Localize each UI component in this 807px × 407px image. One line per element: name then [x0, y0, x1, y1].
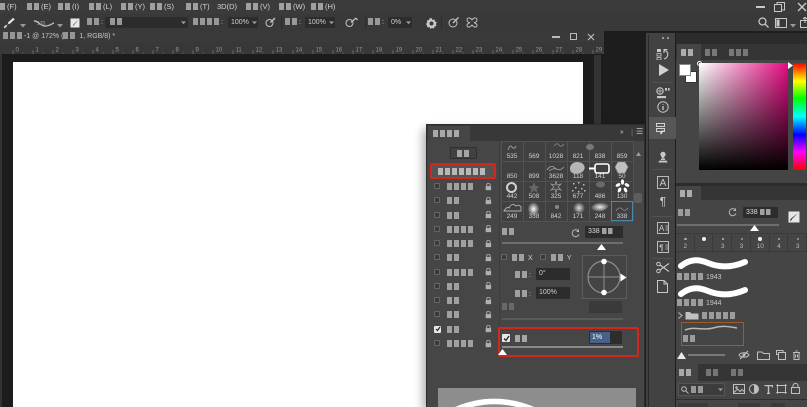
- svg-text:24: 24: [496, 48, 503, 54]
- svg-text:17: 17: [356, 48, 363, 54]
- svg-text:29: 29: [596, 48, 603, 54]
- svg-text:18: 18: [376, 48, 383, 54]
- svg-text:10: 10: [216, 48, 223, 54]
- svg-text:11: 11: [236, 48, 243, 54]
- svg-text:12: 12: [256, 48, 263, 54]
- svg-text:27: 27: [556, 48, 563, 54]
- svg-text:14: 14: [296, 48, 303, 54]
- svg-text:28: 28: [576, 48, 583, 54]
- svg-text:¶: ¶: [660, 195, 666, 207]
- svg-text:20: 20: [416, 48, 423, 54]
- svg-text:25: 25: [516, 48, 523, 54]
- svg-text:21: 21: [436, 48, 443, 54]
- svg-text:23: 23: [476, 48, 483, 54]
- svg-text:16: 16: [336, 48, 343, 54]
- svg-text:15: 15: [316, 48, 323, 54]
- svg-text:A: A: [659, 224, 665, 233]
- svg-text:13: 13: [276, 48, 283, 54]
- svg-text:19: 19: [396, 48, 403, 54]
- svg-text:A: A: [660, 178, 667, 189]
- svg-text:22: 22: [456, 48, 463, 54]
- svg-text:¶: ¶: [659, 243, 664, 253]
- svg-text:26: 26: [536, 48, 543, 54]
